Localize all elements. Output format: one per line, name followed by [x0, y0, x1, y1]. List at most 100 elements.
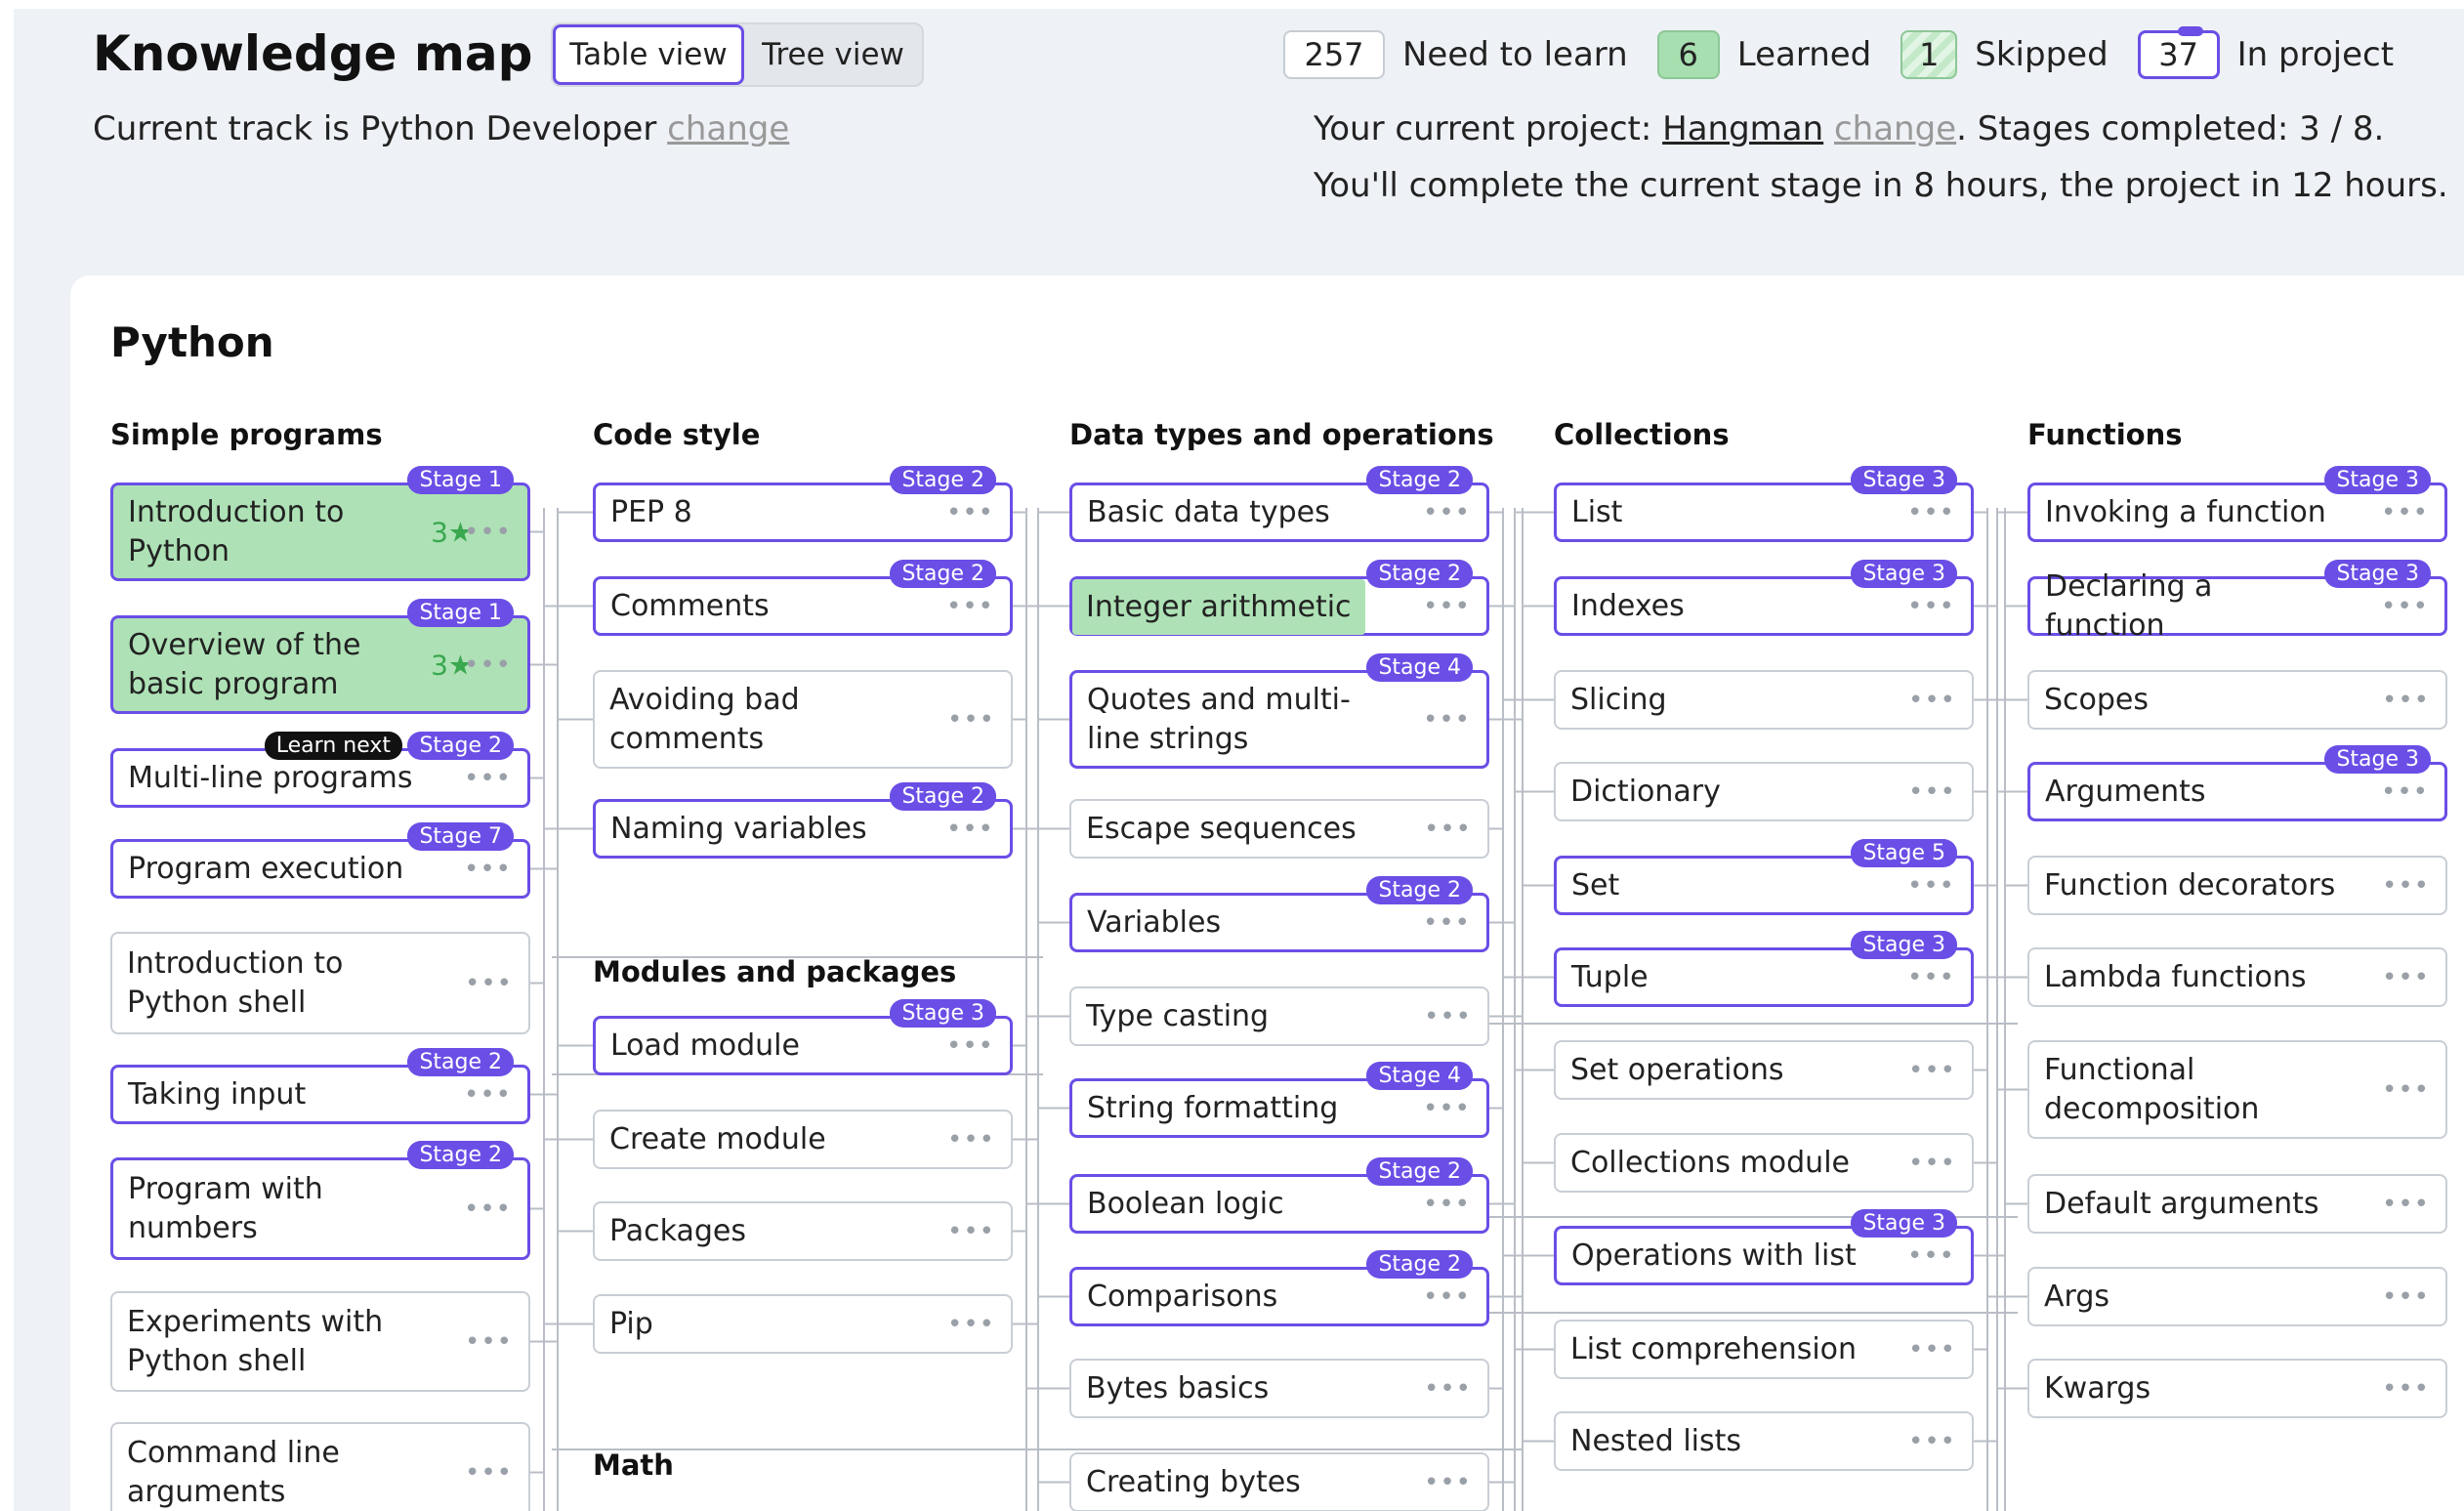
topic-card[interactable]: Default arguments •••	[2027, 1174, 2447, 1234]
topic-card[interactable]: Function decorators •••	[2027, 856, 2447, 915]
topic-card[interactable]: String formatting ••• Stage 4	[1069, 1062, 1489, 1138]
topic-card[interactable]: Arguments ••• Stage 3	[2027, 745, 2447, 821]
more-options-icon[interactable]: •••	[2381, 592, 2429, 621]
more-options-icon[interactable]: •••	[1424, 815, 1472, 844]
topic-card[interactable]: Operations with list ••• Stage 3	[1554, 1209, 1974, 1285]
more-options-icon[interactable]: •••	[465, 1327, 513, 1357]
more-options-icon[interactable]: •••	[2382, 1190, 2430, 1219]
topic-card[interactable]: Packages •••	[593, 1201, 1013, 1261]
more-options-icon[interactable]: •••	[464, 651, 512, 680]
more-options-icon[interactable]: •••	[1908, 777, 1956, 807]
more-options-icon[interactable]: •••	[1424, 1002, 1472, 1031]
more-options-icon[interactable]: •••	[1907, 871, 1955, 901]
more-options-icon[interactable]: •••	[2381, 498, 2429, 527]
more-options-icon[interactable]: •••	[1423, 705, 1471, 735]
topic-card[interactable]: Invoking a function ••• Stage 3	[2027, 466, 2447, 542]
topic-card[interactable]: PEP 8 ••• Stage 2	[593, 466, 1013, 542]
more-options-icon[interactable]: •••	[947, 705, 995, 735]
topic-card[interactable]: Introduction to Python shell •••	[110, 932, 530, 1034]
more-options-icon[interactable]: •••	[946, 1031, 994, 1061]
topic-card[interactable]: Taking input ••• Stage 2	[110, 1048, 530, 1124]
topic-card[interactable]: Overview of the basic program 3★ ••• Stage …	[110, 599, 530, 714]
topic-card[interactable]: Experiments with Python shell •••	[110, 1291, 530, 1392]
topic-card[interactable]: Multi-line programs ••• Stage 2 Learn next	[110, 732, 530, 808]
topic-card[interactable]: Variables ••• Stage 2	[1069, 876, 1489, 952]
more-options-icon[interactable]: •••	[1907, 963, 1955, 992]
topic-card[interactable]: Creating bytes •••	[1069, 1452, 1489, 1511]
table-view-button[interactable]: Table view	[553, 24, 744, 85]
topic-card[interactable]: Set operations •••	[1554, 1040, 1974, 1100]
more-options-icon[interactable]: •••	[1908, 1149, 1956, 1178]
more-options-icon[interactable]: •••	[1908, 1335, 1956, 1364]
topic-card[interactable]: Kwargs •••	[2027, 1359, 2447, 1418]
more-options-icon[interactable]: •••	[1908, 686, 1956, 715]
more-options-icon[interactable]: •••	[464, 1080, 512, 1110]
more-options-icon[interactable]: •••	[947, 1310, 995, 1339]
more-options-icon[interactable]: •••	[2382, 1075, 2430, 1105]
more-options-icon[interactable]: •••	[464, 1195, 512, 1224]
topic-card[interactable]: Functional decomposition •••	[2027, 1040, 2447, 1139]
more-options-icon[interactable]: •••	[1424, 1374, 1472, 1404]
topic-card[interactable]: Pip •••	[593, 1294, 1013, 1354]
more-options-icon[interactable]: •••	[1423, 592, 1471, 621]
more-options-icon[interactable]: •••	[947, 1217, 995, 1246]
topic-card[interactable]: Program execution ••• Stage 7	[110, 822, 530, 899]
topic-card[interactable]: Scopes •••	[2027, 670, 2447, 730]
more-options-icon[interactable]: •••	[465, 969, 513, 998]
topic-card[interactable]: Lambda functions •••	[2027, 947, 2447, 1007]
topic-card[interactable]: Introduction to Python 3★ ••• Stage 1	[110, 466, 530, 581]
more-options-icon[interactable]: •••	[1423, 498, 1471, 527]
change-project-link[interactable]: change	[1834, 109, 1956, 148]
topic-card[interactable]: Program with numbers ••• Stage 2	[110, 1141, 530, 1260]
topic-card[interactable]: Create module •••	[593, 1110, 1013, 1169]
more-options-icon[interactable]: •••	[1907, 498, 1955, 527]
more-options-icon[interactable]: •••	[464, 764, 512, 793]
topic-card[interactable]: Naming variables ••• Stage 2	[593, 782, 1013, 859]
more-options-icon[interactable]: •••	[1908, 1427, 1956, 1456]
topic-card[interactable]: Slicing •••	[1554, 670, 1974, 730]
topic-card[interactable]: Declaring a function ••• Stage 3	[2027, 560, 2447, 643]
topic-card[interactable]: Quotes and multi-line strings ••• Stage 4	[1069, 653, 1489, 769]
topic-card[interactable]: Indexes ••• Stage 3	[1554, 560, 1974, 636]
topic-card[interactable]: Bytes basics •••	[1069, 1359, 1489, 1418]
topic-card[interactable]: Escape sequences •••	[1069, 799, 1489, 859]
more-options-icon[interactable]: •••	[2382, 963, 2430, 992]
more-options-icon[interactable]: •••	[946, 498, 994, 527]
topic-card[interactable]: Command line arguments •••	[110, 1422, 530, 1511]
more-options-icon[interactable]: •••	[464, 855, 512, 884]
topic-card[interactable]: Load module ••• Stage 3	[593, 999, 1013, 1075]
topic-card[interactable]: List comprehension •••	[1554, 1320, 1974, 1379]
topic-card[interactable]: Tuple ••• Stage 3	[1554, 931, 1974, 1007]
topic-card[interactable]: Nested lists •••	[1554, 1411, 1974, 1471]
topic-card[interactable]: Args •••	[2027, 1267, 2447, 1326]
topic-card[interactable]: Comments ••• Stage 2	[593, 560, 1013, 636]
more-options-icon[interactable]: •••	[2382, 686, 2430, 715]
change-track-link[interactable]: change	[667, 109, 789, 148]
more-options-icon[interactable]: •••	[464, 518, 512, 547]
tree-view-button[interactable]: Tree view	[744, 24, 922, 85]
more-options-icon[interactable]: •••	[946, 815, 994, 844]
more-options-icon[interactable]: •••	[2382, 1374, 2430, 1404]
topic-card[interactable]: Basic data types ••• Stage 2	[1069, 466, 1489, 542]
topic-card[interactable]: List ••• Stage 3	[1554, 466, 1974, 542]
more-options-icon[interactable]: •••	[947, 1125, 995, 1154]
topic-card[interactable]: Avoiding bad comments •••	[593, 670, 1013, 769]
more-options-icon[interactable]: •••	[2382, 1282, 2430, 1312]
more-options-icon[interactable]: •••	[946, 592, 994, 621]
topic-card[interactable]: Collections module •••	[1554, 1133, 1974, 1193]
topic-card[interactable]: Dictionary •••	[1554, 762, 1974, 821]
topic-card[interactable]: Comparisons ••• Stage 2	[1069, 1250, 1489, 1326]
topic-card[interactable]: Integer arithmetic ••• Stage 2	[1069, 560, 1489, 636]
more-options-icon[interactable]: •••	[2382, 871, 2430, 901]
more-options-icon[interactable]: •••	[1423, 1282, 1471, 1312]
more-options-icon[interactable]: •••	[1423, 1094, 1471, 1123]
more-options-icon[interactable]: •••	[1424, 1468, 1472, 1497]
more-options-icon[interactable]: •••	[1907, 1241, 1955, 1271]
more-options-icon[interactable]: •••	[1908, 1056, 1956, 1085]
more-options-icon[interactable]: •••	[1907, 592, 1955, 621]
more-options-icon[interactable]: •••	[2381, 777, 2429, 807]
project-link[interactable]: Hangman	[1662, 109, 1823, 148]
more-options-icon[interactable]: •••	[465, 1458, 513, 1488]
topic-card[interactable]: Boolean logic ••• Stage 2	[1069, 1157, 1489, 1234]
topic-card[interactable]: Type casting •••	[1069, 986, 1489, 1046]
